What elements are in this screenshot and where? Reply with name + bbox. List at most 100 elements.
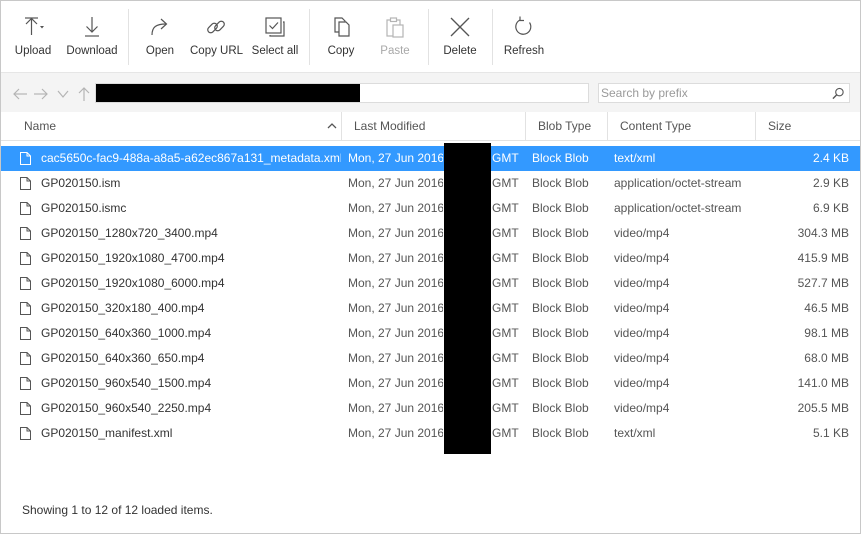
blob-content-type: video/mp4 xyxy=(614,351,670,365)
blob-size: 2.9 KB xyxy=(812,176,849,190)
chevron-down-icon[interactable] xyxy=(55,86,71,102)
blob-type: Block Blob xyxy=(532,301,589,315)
table-row[interactable]: GP020150_1280x720_3400.mp4 Mon, 27 Jun 2… xyxy=(1,221,860,246)
blob-size: 205.5 MB xyxy=(797,401,849,415)
close-icon xyxy=(450,17,470,37)
toolbar-separator xyxy=(128,9,129,65)
table-row[interactable]: GP020150_manifest.xml Mon, 27 Jun 2016 G… xyxy=(1,421,860,446)
table-row[interactable]: cac5650c-fac9-488a-a8a5-a62ec867a131_met… xyxy=(1,146,860,171)
blob-size: 304.3 MB xyxy=(797,226,849,240)
file-icon xyxy=(20,227,31,240)
table-row[interactable]: GP020150_1920x1080_6000.mp4 Mon, 27 Jun … xyxy=(1,271,860,296)
blob-type: Block Blob xyxy=(532,351,589,365)
blob-last-modified: Mon, 27 Jun 2016 xyxy=(348,151,443,165)
file-icon xyxy=(20,402,31,415)
blob-content-type: text/xml xyxy=(614,151,656,165)
column-header-blob-type[interactable]: Blob Type xyxy=(526,112,608,140)
blob-content-type: application/octet-stream xyxy=(614,201,742,215)
blob-size: 2.4 KB xyxy=(812,151,849,165)
blob-content-type: application/octet-stream xyxy=(614,176,742,190)
column-header-last-modified[interactable]: Last Modified xyxy=(342,112,526,140)
blob-last-modified: Mon, 27 Jun 2016 xyxy=(348,201,443,215)
blob-name: GP020150_manifest.xml xyxy=(41,426,173,440)
column-header-name-label: Name xyxy=(24,119,57,133)
toolbar-separator xyxy=(428,9,429,65)
file-icon xyxy=(20,327,31,340)
download-label: Download xyxy=(66,45,118,57)
table-header: Name Last Modified Blob Type Content Typ… xyxy=(1,112,860,141)
refresh-label: Refresh xyxy=(503,45,545,57)
redacted-timestamps xyxy=(444,143,491,454)
blob-type: Block Blob xyxy=(532,151,589,165)
blob-size: 98.1 MB xyxy=(804,326,849,340)
status-text: Showing 1 to 12 of 12 loaded items. xyxy=(22,503,213,517)
select-all-button[interactable]: Select all xyxy=(250,9,300,69)
address-bar xyxy=(1,72,860,112)
file-icon xyxy=(20,202,31,215)
blob-timezone: GMT xyxy=(492,326,519,340)
blob-name: GP020150_640x360_650.mp4 xyxy=(41,351,205,365)
search-input[interactable] xyxy=(601,85,827,101)
table-row[interactable]: GP020150_960x540_2250.mp4 Mon, 27 Jun 20… xyxy=(1,396,860,421)
blob-timezone: GMT xyxy=(492,376,519,390)
redacted-path xyxy=(96,84,360,102)
column-header-name[interactable]: Name xyxy=(12,112,342,140)
copy-button[interactable]: Copy xyxy=(321,9,361,69)
path-input[interactable] xyxy=(95,83,589,103)
blob-name: GP020150_320x180_400.mp4 xyxy=(41,301,205,315)
download-icon xyxy=(85,17,99,37)
blob-content-type: video/mp4 xyxy=(614,376,670,390)
blob-timezone: GMT xyxy=(492,276,519,290)
delete-button[interactable]: Delete xyxy=(440,9,480,69)
blob-name: GP020150_960x540_2250.mp4 xyxy=(41,401,212,415)
blob-timezone: GMT xyxy=(492,201,519,215)
blob-size: 141.0 MB xyxy=(797,376,849,390)
blob-size: 46.5 MB xyxy=(804,301,849,315)
search-icon[interactable] xyxy=(832,87,845,100)
column-header-content-type[interactable]: Content Type xyxy=(608,112,756,140)
blob-timezone: GMT xyxy=(492,226,519,240)
column-header-size-label: Size xyxy=(768,119,792,133)
blob-type: Block Blob xyxy=(532,201,589,215)
blob-name: GP020150.ism xyxy=(41,176,121,190)
blob-type: Block Blob xyxy=(532,376,589,390)
blob-content-type: video/mp4 xyxy=(614,226,670,240)
blob-name: cac5650c-fac9-488a-a8a5-a62ec867a131_met… xyxy=(41,151,341,165)
blob-name: GP020150_1920x1080_6000.mp4 xyxy=(41,276,225,290)
up-arrow-icon[interactable] xyxy=(76,86,92,102)
table-row[interactable]: GP020150.ism Mon, 27 Jun 2016 GMT Block … xyxy=(1,171,860,196)
blob-last-modified: Mon, 27 Jun 2016 xyxy=(348,376,443,390)
download-button[interactable]: Download xyxy=(64,9,120,69)
table-row[interactable]: GP020150_960x540_1500.mp4 Mon, 27 Jun 20… xyxy=(1,371,860,396)
table-row[interactable]: GP020150_640x360_1000.mp4 Mon, 27 Jun 20… xyxy=(1,321,860,346)
blob-timezone: GMT xyxy=(492,401,519,415)
blob-type: Block Blob xyxy=(532,176,589,190)
back-arrow-icon[interactable] xyxy=(12,86,28,102)
delete-label: Delete xyxy=(443,45,477,57)
copy-label: Copy xyxy=(327,45,355,57)
search-box[interactable] xyxy=(598,83,850,103)
refresh-button[interactable]: Refresh xyxy=(503,9,545,69)
forward-arrow-icon[interactable] xyxy=(33,86,49,102)
table-row[interactable]: GP020150_1920x1080_4700.mp4 Mon, 27 Jun … xyxy=(1,246,860,271)
paste-label: Paste xyxy=(380,45,410,57)
open-button[interactable]: Open xyxy=(140,9,180,69)
file-icon xyxy=(20,302,31,315)
toolbar: Upload Download Open Copy URL Select all… xyxy=(1,1,860,72)
column-header-size[interactable]: Size xyxy=(756,112,860,140)
blob-timezone: GMT xyxy=(492,301,519,315)
paste-button[interactable]: Paste xyxy=(375,9,415,69)
open-label: Open xyxy=(145,45,175,57)
link-icon xyxy=(207,20,225,34)
blob-type: Block Blob xyxy=(532,326,589,340)
copy-icon xyxy=(334,17,350,37)
column-header-blob-type-label: Blob Type xyxy=(538,119,592,133)
sort-ascending-icon xyxy=(327,123,337,129)
table-row[interactable]: GP020150.ismc Mon, 27 Jun 2016 GMT Block… xyxy=(1,196,860,221)
blob-last-modified: Mon, 27 Jun 2016 xyxy=(348,426,443,440)
table-row[interactable]: GP020150_320x180_400.mp4 Mon, 27 Jun 201… xyxy=(1,296,860,321)
copy-url-button[interactable]: Copy URL xyxy=(190,9,243,69)
upload-label: Upload xyxy=(14,45,52,57)
upload-button[interactable]: Upload xyxy=(9,9,57,69)
table-row[interactable]: GP020150_640x360_650.mp4 Mon, 27 Jun 201… xyxy=(1,346,860,371)
